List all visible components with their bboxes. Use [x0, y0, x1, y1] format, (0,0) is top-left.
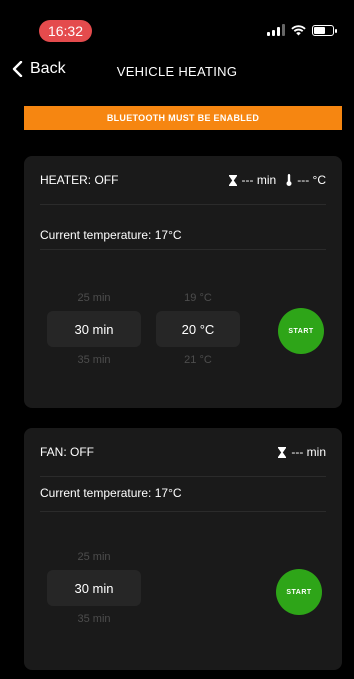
hourglass-icon: [228, 174, 237, 186]
heater-header: HEATER: OFF --- min --- °C: [40, 156, 326, 204]
signal-icon: [267, 24, 285, 36]
heater-card: HEATER: OFF --- min --- °C Current tempe…: [24, 156, 342, 408]
status-time: 16:32: [39, 20, 92, 42]
heater-current-temperature: Current temperature: 17°C: [40, 228, 182, 242]
picker-option[interactable]: 21 °C: [156, 347, 240, 373]
status-icons: [267, 24, 337, 36]
heater-status: HEATER: OFF: [40, 173, 119, 187]
bluetooth-warning-banner: BLUETOOTH MUST BE ENABLED: [24, 106, 342, 130]
divider: [40, 476, 326, 477]
picker-option[interactable]: 25 min: [47, 285, 141, 311]
heater-timer: --- min: [241, 173, 277, 187]
heater-temp: --- °C: [297, 173, 326, 187]
picker-option[interactable]: 35 min: [47, 606, 141, 632]
fan-start-button[interactable]: START: [276, 569, 322, 615]
battery-icon: [312, 24, 337, 36]
hourglass-icon: [278, 446, 287, 458]
fan-timer: --- min: [291, 445, 326, 459]
status-bar: 16:32: [0, 0, 354, 44]
divider: [40, 511, 326, 512]
divider: [40, 204, 326, 205]
picker-selected[interactable]: 20 °C: [156, 311, 240, 347]
picker-option[interactable]: 25 min: [47, 544, 141, 570]
wifi-icon: [291, 25, 306, 36]
thermometer-icon: [286, 174, 292, 186]
picker-selected[interactable]: 30 min: [47, 570, 141, 606]
fan-card: FAN: OFF --- min Current temperature: 17…: [24, 428, 342, 670]
heater-temperature-picker[interactable]: 19 °C 20 °C 21 °C: [156, 285, 240, 373]
divider: [40, 249, 326, 250]
nav-bar: Back VEHICLE HEATING: [0, 52, 354, 88]
fan-current-temperature: Current temperature: 17°C: [40, 486, 182, 500]
fan-duration-picker[interactable]: 25 min 30 min 35 min: [47, 544, 141, 632]
page-title: VEHICLE HEATING: [116, 64, 238, 79]
picker-option[interactable]: 35 min: [47, 347, 141, 373]
fan-header: FAN: OFF --- min: [40, 428, 326, 476]
picker-option[interactable]: 19 °C: [156, 285, 240, 311]
heater-duration-picker[interactable]: 25 min 30 min 35 min: [47, 285, 141, 373]
fan-status: FAN: OFF: [40, 445, 94, 459]
picker-selected[interactable]: 30 min: [47, 311, 141, 347]
heater-start-button[interactable]: START: [278, 308, 324, 354]
